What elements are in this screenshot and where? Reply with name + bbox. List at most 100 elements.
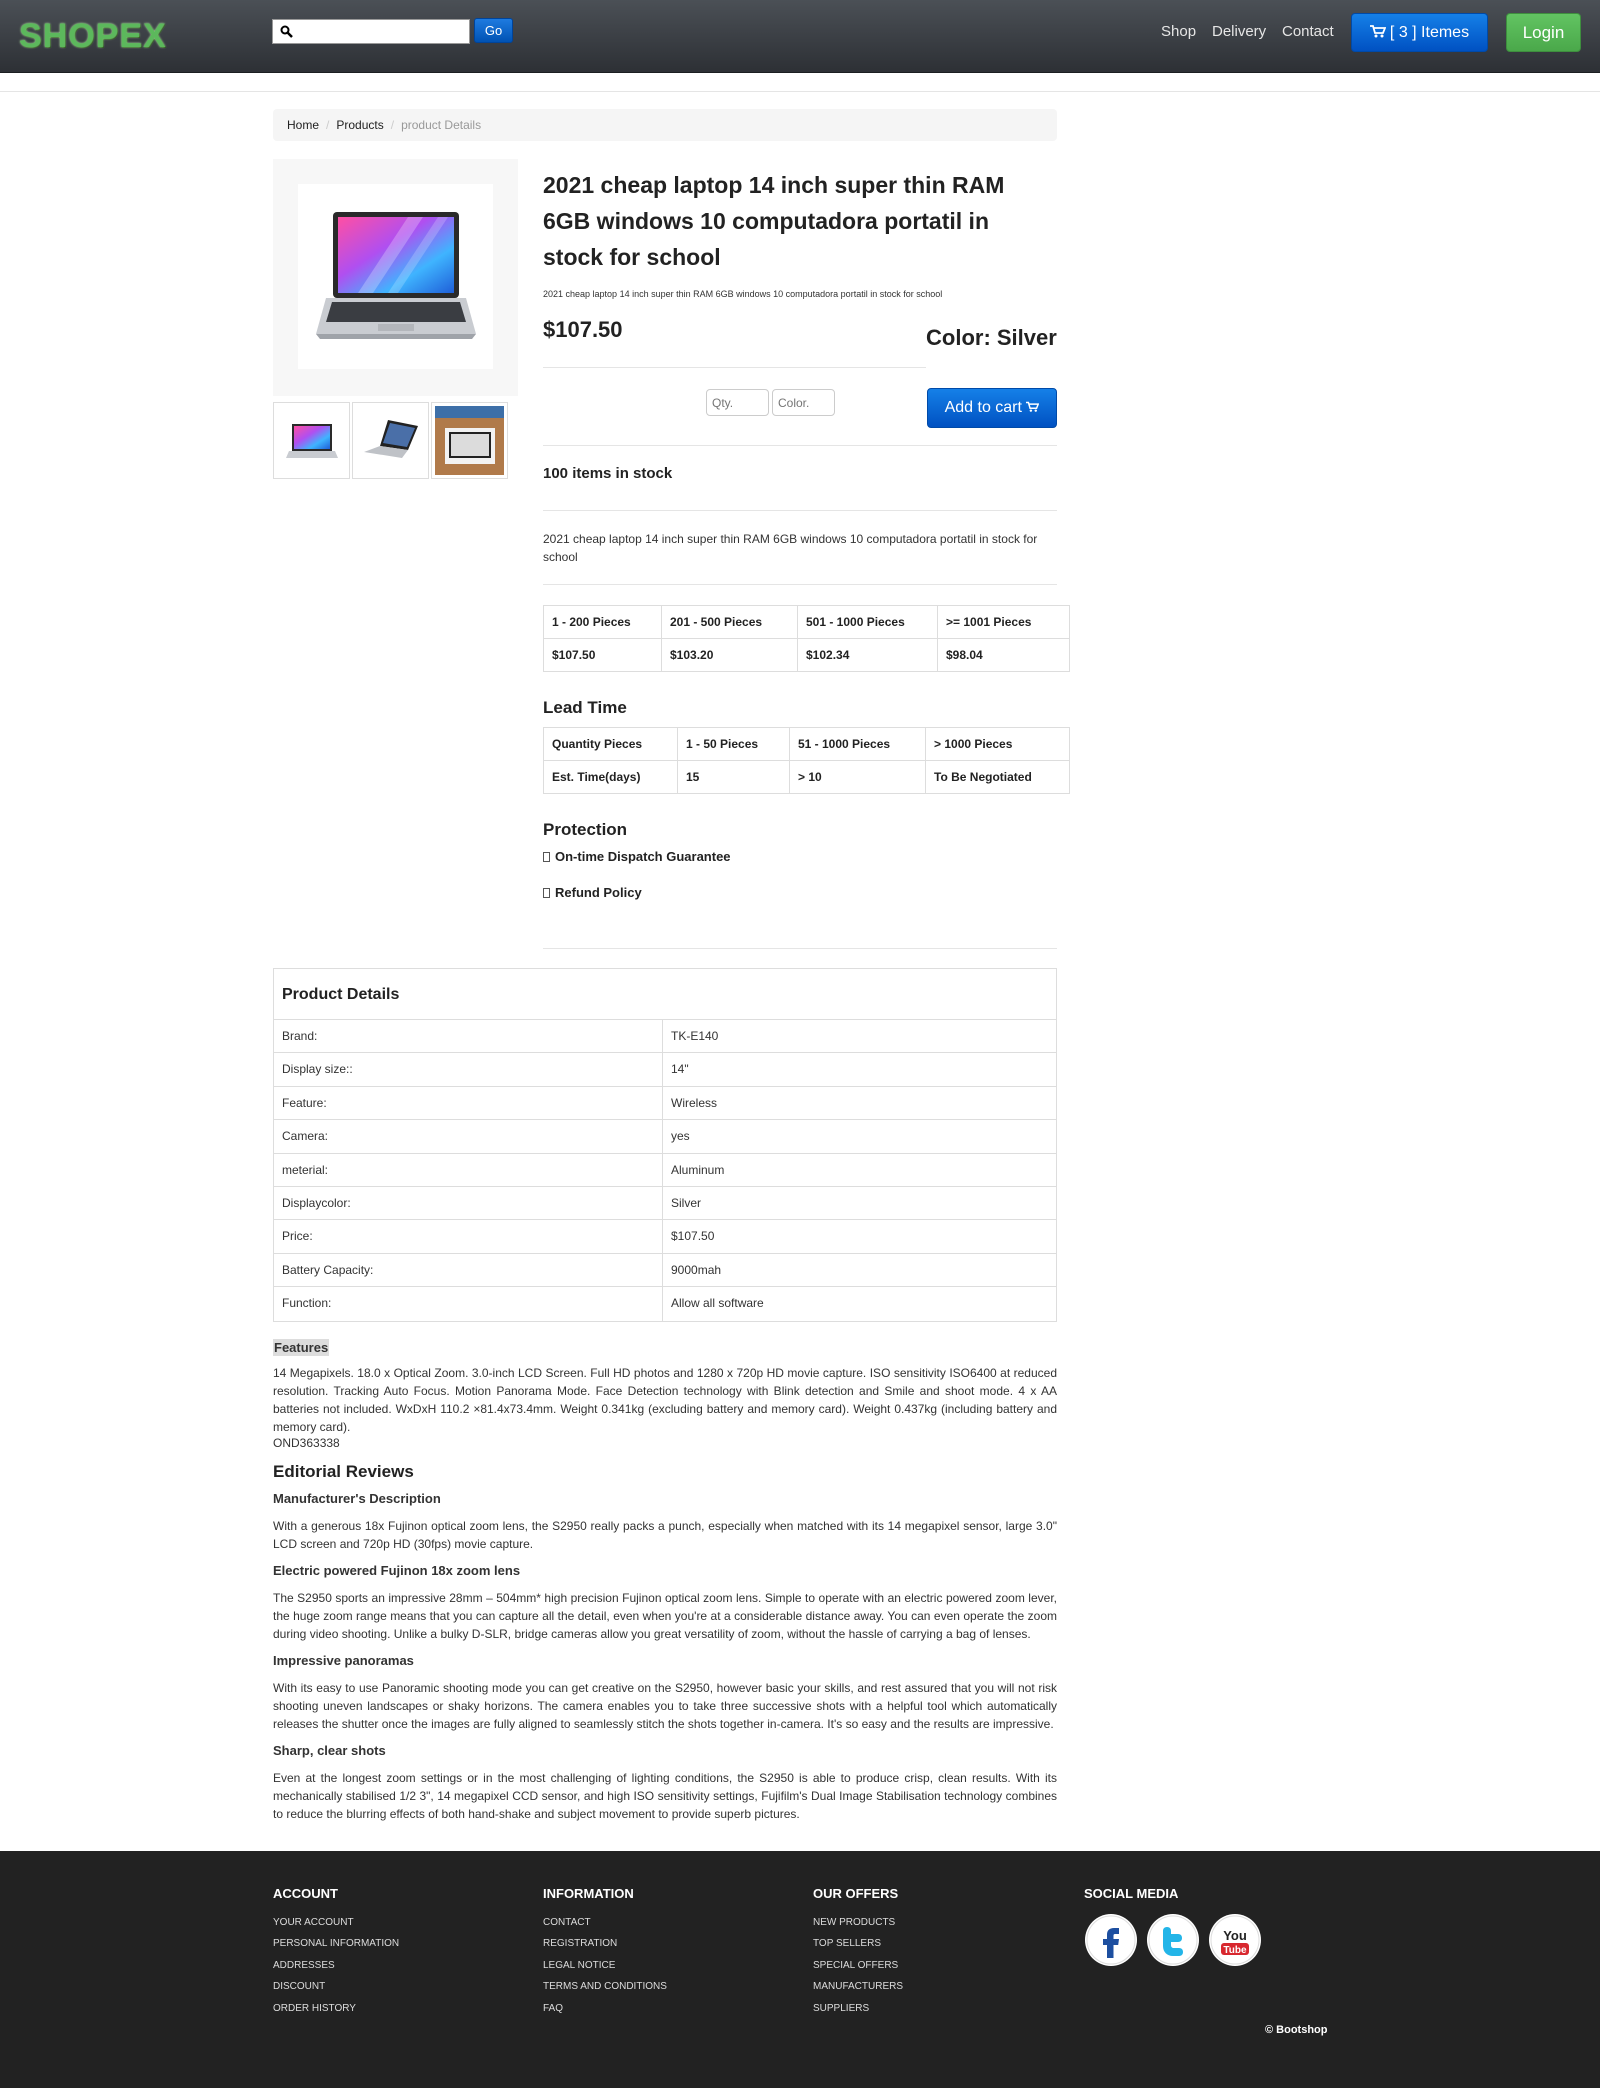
review-section-title: Sharp, clear shots	[273, 1743, 386, 1758]
detail-key: meterial:	[274, 1153, 663, 1186]
divider	[543, 445, 1057, 446]
copyright: © Bootshop	[1265, 2024, 1328, 2036]
checkbox-icon	[543, 852, 550, 862]
table-row: Est. Time(days) 15 > 10 To Be Negotiated	[543, 760, 1070, 794]
tier-range: 201 - 500 Pieces	[661, 605, 798, 639]
logo[interactable]: SHOPEX	[19, 17, 167, 56]
footer-link[interactable]: TOP SELLERS	[813, 1933, 903, 1954]
footer-link[interactable]: REGISTRATION	[543, 1933, 667, 1954]
tier-price: $103.20	[661, 638, 798, 672]
facebook-logo	[1086, 1915, 1136, 1965]
stock-status: 100 items in stock	[543, 465, 673, 482]
review-section-text: With its easy to use Panoramic shooting …	[273, 1681, 1057, 1731]
footer-link[interactable]: DISCOUNT	[273, 1976, 399, 1997]
tier-price: $102.34	[797, 638, 938, 672]
price-tier-table: 1 - 200 Pieces 201 - 500 Pieces 501 - 10…	[543, 605, 1070, 672]
twitter-icon[interactable]	[1147, 1914, 1199, 1966]
nav-delivery-link[interactable]: Delivery	[1212, 23, 1266, 40]
footer-link[interactable]: PERSONAL INFORMATION	[273, 1933, 399, 1954]
color-input[interactable]	[772, 389, 835, 416]
detail-key: Feature:	[274, 1086, 663, 1120]
nav-contact-link[interactable]: Contact	[1282, 23, 1334, 40]
table-row: Function: Allow all software	[274, 1287, 1056, 1321]
breadcrumb-separator: /	[326, 118, 330, 132]
footer-heading: INFORMATION	[543, 1886, 634, 1901]
divider	[543, 948, 1057, 949]
thumbnail-2[interactable]	[352, 402, 429, 479]
header-divider	[0, 91, 1600, 92]
table-row: Display size:: 14"	[274, 1053, 1056, 1087]
detail-value: $107.50	[671, 1229, 715, 1244]
protection-label: Refund Policy	[555, 885, 642, 900]
svg-text:You: You	[1223, 1928, 1247, 1943]
nav-shop-link[interactable]: Shop	[1161, 23, 1196, 40]
youtube-logo: You Tube	[1210, 1915, 1260, 1965]
youtube-icon[interactable]: You Tube	[1209, 1914, 1261, 1966]
product-details-table: Product Details Brand: TK-E140 Display si…	[273, 968, 1057, 1322]
table-row: Brand: TK-E140	[274, 1020, 1056, 1054]
table-row: Feature: Wireless	[274, 1086, 1056, 1121]
tier-price: $107.50	[543, 638, 662, 672]
tier-price: $98.04	[937, 638, 1070, 672]
product-price: $107.50	[543, 317, 623, 342]
table-row: Camera: yes	[274, 1120, 1056, 1154]
search-go-button[interactable]: Go	[474, 18, 513, 43]
review-section-text: With a generous 18x Fujinon optical zoom…	[273, 1519, 1057, 1551]
svg-text:Tube: Tube	[1223, 1945, 1247, 1956]
product-details-heading: Product Details	[274, 969, 1056, 1020]
footer-heading: SOCIAL MEDIA	[1084, 1886, 1179, 1901]
protection-heading: Protection	[543, 820, 628, 839]
twitter-logo	[1148, 1915, 1198, 1965]
divider	[543, 584, 1057, 585]
quantity-input[interactable]	[706, 389, 769, 416]
footer-link[interactable]: TERMS AND CONDITIONS	[543, 1976, 667, 1997]
detail-value: Aluminum	[671, 1162, 725, 1177]
search-box[interactable]	[272, 19, 470, 44]
search-input[interactable]	[299, 22, 465, 41]
lead-time-heading: Lead Time	[543, 698, 627, 717]
review-section-title: Electric powered Fujinon 18x zoom lens	[273, 1563, 521, 1578]
cart-button[interactable]: [ 3 ] Itemes	[1351, 13, 1488, 52]
footer-account-column: ACCOUNT YOUR ACCOUNT PERSONAL INFORMATIO…	[273, 1886, 399, 2019]
lead-cell: 15	[677, 760, 790, 794]
footer-link[interactable]: YOUR ACCOUNT	[273, 1912, 399, 1933]
breadcrumb-separator: /	[390, 118, 395, 132]
footer-link[interactable]: ORDER HISTORY	[273, 1998, 399, 2019]
footer-link[interactable]: SPECIAL OFFERS	[813, 1955, 903, 1976]
breadcrumb-home[interactable]: Home	[287, 118, 319, 132]
footer	[0, 1851, 1600, 2088]
lead-cell: To Be Negotiated	[925, 760, 1070, 794]
footer-link[interactable]: ADDRESSES	[273, 1955, 399, 1976]
add-to-cart-button[interactable]: Add to cart	[927, 388, 1057, 428]
laptop-image	[316, 212, 476, 339]
facebook-icon[interactable]	[1085, 1914, 1137, 1966]
thumbnail-3[interactable]	[431, 402, 508, 479]
protection-item: On-time Dispatch Guarantee	[543, 849, 731, 864]
protection-label: On-time Dispatch Guarantee	[555, 849, 731, 864]
protection-item: Refund Policy	[543, 885, 642, 900]
divider	[543, 367, 926, 368]
main-product-image[interactable]	[273, 159, 518, 396]
lead-time-table: Quantity Pieces 1 - 50 Pieces 51 - 1000 …	[543, 727, 1070, 794]
login-button[interactable]: Login	[1506, 13, 1581, 52]
divider	[543, 510, 1057, 511]
footer-link[interactable]: CONTACT	[543, 1912, 667, 1933]
table-row: Battery Capacity: 9000mah	[274, 1253, 1056, 1288]
tier-range: 501 - 1000 Pieces	[797, 605, 938, 639]
footer-link[interactable]: FAQ	[543, 1998, 667, 2019]
review-section-text: The S2950 sports an impressive 28mm – 50…	[273, 1591, 1057, 1641]
checkbox-icon	[543, 888, 550, 898]
laptop-thumbnail-image	[286, 424, 338, 458]
top-navbar: SHOPEX Go Shop Delivery Contact [ 3 ] It…	[0, 0, 1600, 73]
breadcrumb-products[interactable]: Products	[336, 118, 383, 132]
footer-link[interactable]: MANUFACTURERS	[813, 1976, 903, 1997]
detail-key: Displaycolor:	[274, 1186, 663, 1220]
features-label: Features	[273, 1339, 330, 1356]
footer-link[interactable]: NEW PRODUCTS	[813, 1912, 903, 1933]
thumbnail-1[interactable]	[273, 402, 350, 479]
footer-link[interactable]: SUPPLIERS	[813, 1998, 903, 2019]
tier-range: 1 - 200 Pieces	[543, 605, 662, 639]
cart-label: [ 3 ] Itemes	[1389, 24, 1470, 41]
footer-link[interactable]: LEGAL NOTICE	[543, 1955, 667, 1976]
detail-key: Battery Capacity:	[274, 1253, 663, 1287]
